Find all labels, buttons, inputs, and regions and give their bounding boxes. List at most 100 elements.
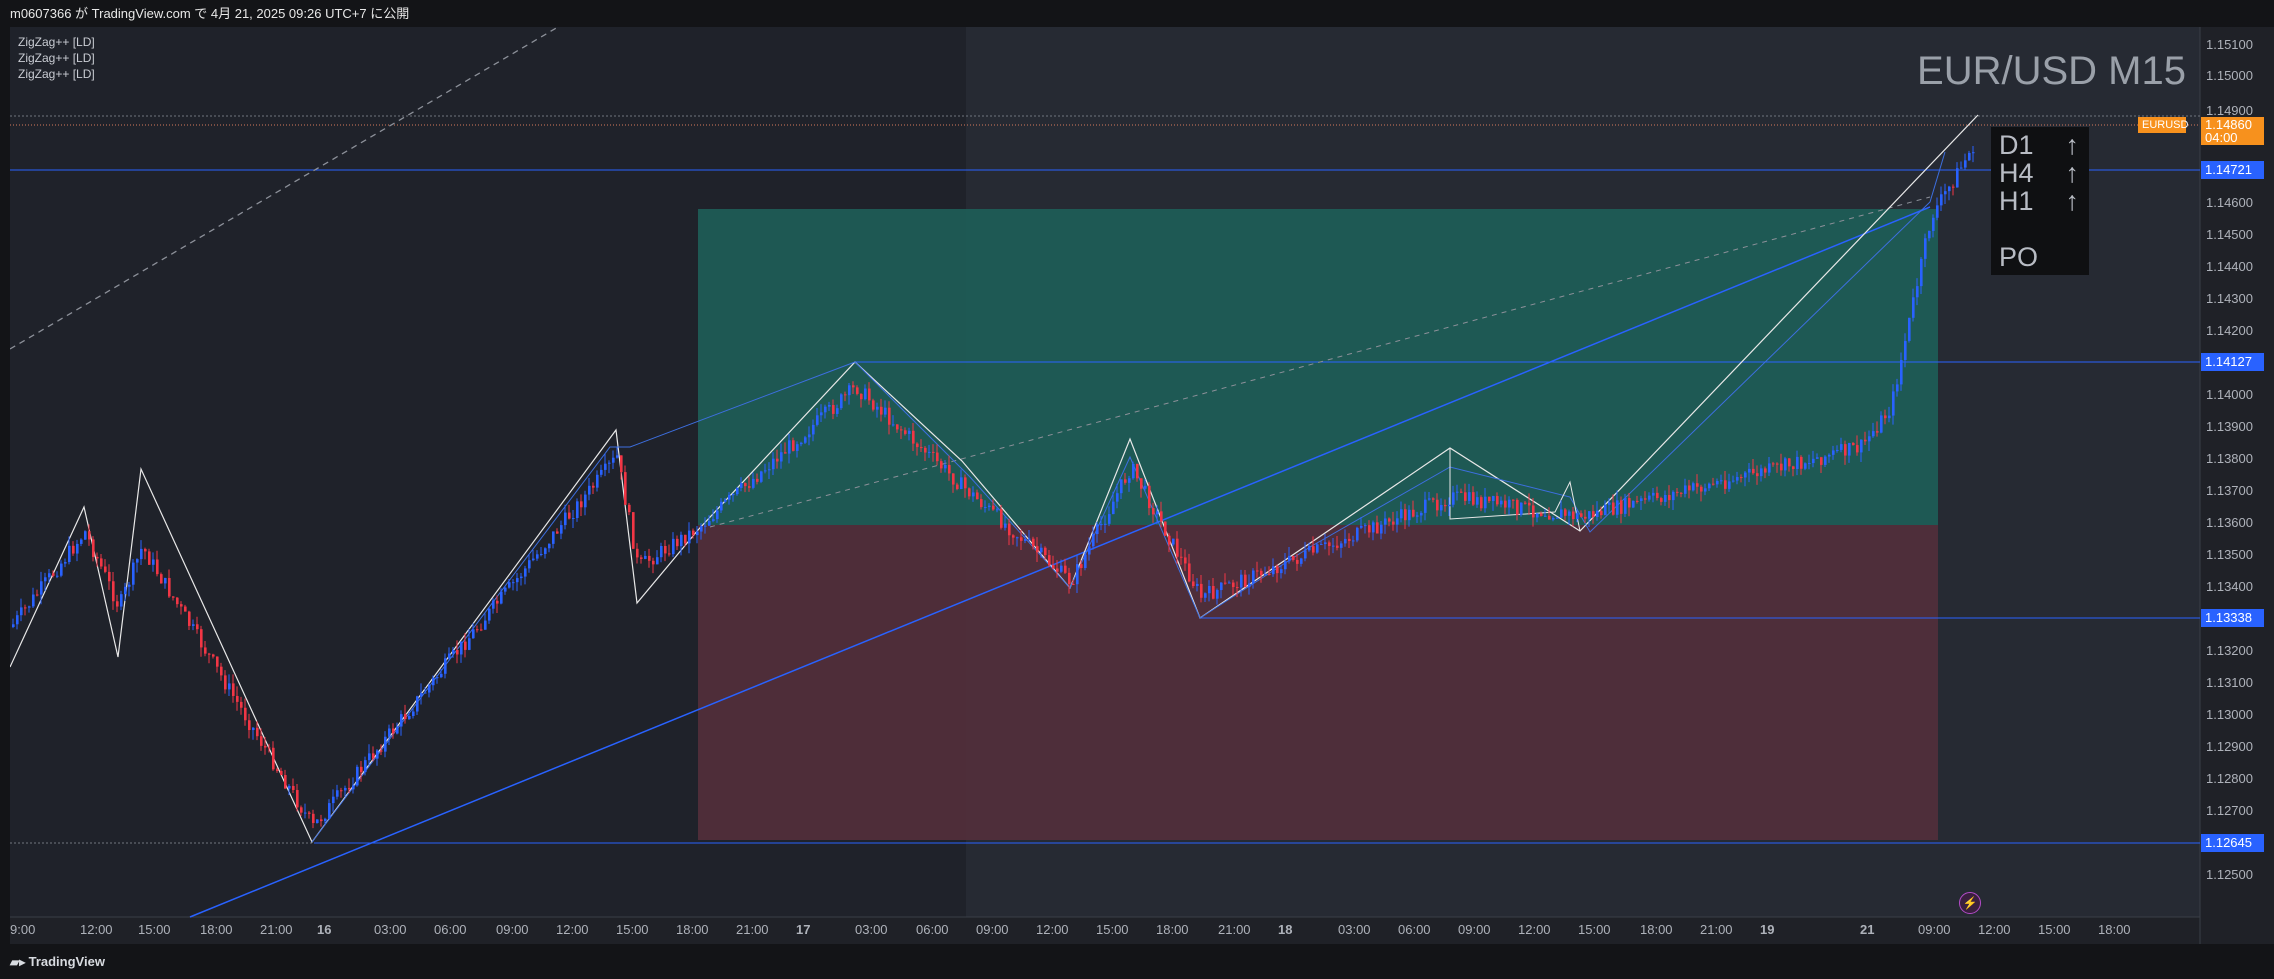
- candle-body: [684, 534, 687, 544]
- candle-body: [460, 641, 463, 655]
- candle-body: [676, 538, 679, 547]
- candle-body: [1492, 496, 1495, 502]
- level-price-tag[interactable]: 1.13338: [2201, 609, 2264, 627]
- candle-body: [840, 394, 843, 409]
- candle-body: [940, 461, 943, 469]
- candle-body: [1228, 582, 1231, 584]
- candle-body: [1436, 499, 1439, 511]
- candle-body: [236, 695, 239, 702]
- candle-body: [16, 615, 19, 625]
- symbol-watermark: EUR/USD M15: [1917, 49, 2186, 93]
- price-tick-label: 1.14900: [2206, 103, 2253, 118]
- candle-body: [1648, 495, 1651, 500]
- chart-area[interactable]: ZigZag++ [LD] ZigZag++ [LD] ZigZag++ [LD…: [10, 27, 2274, 944]
- candle-body: [1520, 502, 1523, 515]
- candle-body: [448, 653, 451, 659]
- candle-body: [1848, 443, 1851, 456]
- candle-body: [880, 406, 883, 415]
- candle-body: [184, 606, 187, 612]
- time-tick-label: 18: [1278, 922, 1293, 937]
- candle-body: [1616, 500, 1619, 515]
- candle-body: [736, 487, 739, 495]
- candle-body: [592, 485, 595, 488]
- level-price-tag[interactable]: 1.14127: [2201, 353, 2264, 371]
- candle-body: [1460, 491, 1463, 493]
- candle-body: [1640, 498, 1643, 501]
- candle-body: [1312, 546, 1315, 553]
- candle-body: [740, 483, 743, 488]
- time-tick-label: 15:00: [138, 922, 171, 937]
- bias-row-h4: H4 ↑: [1999, 159, 2079, 187]
- candle-body: [1736, 477, 1739, 481]
- candle-body: [1004, 523, 1007, 528]
- candle-body: [1044, 547, 1047, 556]
- candle-body: [444, 658, 447, 674]
- candle-body: [644, 555, 647, 559]
- candle-body: [712, 519, 715, 522]
- level-price-tag[interactable]: 1.12645: [2201, 834, 2264, 852]
- candle-body: [924, 447, 927, 453]
- candle-body: [600, 469, 603, 475]
- time-tick-label: 15:00: [2038, 922, 2071, 937]
- candle-body: [1908, 317, 1911, 341]
- current-price-tag[interactable]: 1.14860 04:00: [2201, 117, 2264, 145]
- candle-body: [1900, 360, 1903, 385]
- candle-body: [476, 629, 479, 631]
- candle-body: [1880, 415, 1883, 433]
- candle-body: [56, 575, 59, 577]
- tradingview-logo[interactable]: ▰▸ TradingView: [10, 954, 105, 969]
- candle-body: [392, 728, 395, 734]
- candle-body: [352, 785, 355, 790]
- level-price-tag[interactable]: 1.14721: [2201, 161, 2264, 179]
- time-tick-label: 06:00: [916, 922, 949, 937]
- candle-body: [96, 556, 99, 559]
- candle-body: [1104, 523, 1107, 525]
- lightning-icon[interactable]: ⚡: [1959, 892, 1981, 914]
- indicator-zigzag-2[interactable]: ZigZag++ [LD]: [18, 51, 95, 65]
- candle-body: [1860, 439, 1863, 453]
- time-tick-label: 03:00: [374, 922, 407, 937]
- candle-body: [1344, 538, 1347, 544]
- candle-body: [1168, 535, 1171, 545]
- candle-body: [1888, 415, 1891, 419]
- candle-body: [148, 551, 151, 565]
- candle-body: [1316, 544, 1319, 553]
- candle-body: [264, 745, 267, 748]
- candle-body: [404, 714, 407, 720]
- candle-body: [200, 629, 203, 648]
- candle-body: [1172, 538, 1175, 545]
- candle-body: [1400, 509, 1403, 519]
- indicator-zigzag-3[interactable]: ZigZag++ [LD]: [18, 67, 95, 81]
- candle-body: [1656, 492, 1659, 499]
- candle-body: [1972, 152, 1975, 154]
- candle-body: [1716, 481, 1719, 485]
- candle-body: [1356, 527, 1359, 541]
- candle-body: [796, 444, 799, 451]
- candle-body: [376, 750, 379, 759]
- candle-body: [572, 518, 575, 520]
- candle-body: [248, 720, 251, 731]
- bias-footer-label: PO: [1999, 242, 2039, 272]
- time-tick-label: 16: [317, 922, 332, 937]
- candle-body: [1072, 584, 1075, 586]
- candle-body: [144, 548, 147, 552]
- candle-body: [964, 477, 967, 489]
- candle-body: [608, 462, 611, 464]
- candle-body: [1084, 554, 1087, 569]
- candle-body: [1680, 492, 1683, 494]
- candle-body: [1456, 491, 1459, 493]
- candle-body: [560, 525, 563, 534]
- candle-body: [1148, 485, 1151, 509]
- candle-body: [1060, 565, 1063, 572]
- candle-body: [1288, 555, 1291, 562]
- candle-body: [1412, 509, 1415, 517]
- candle-body: [1216, 590, 1219, 599]
- candle-body: [852, 385, 855, 388]
- candle-body: [1008, 523, 1011, 536]
- price-tick-label: 1.13600: [2206, 515, 2253, 530]
- candle-body: [100, 558, 103, 567]
- price-chart[interactable]: [10, 27, 2274, 944]
- indicator-zigzag-1[interactable]: ZigZag++ [LD]: [18, 35, 95, 49]
- candle-body: [168, 577, 171, 597]
- candle-body: [1684, 485, 1687, 494]
